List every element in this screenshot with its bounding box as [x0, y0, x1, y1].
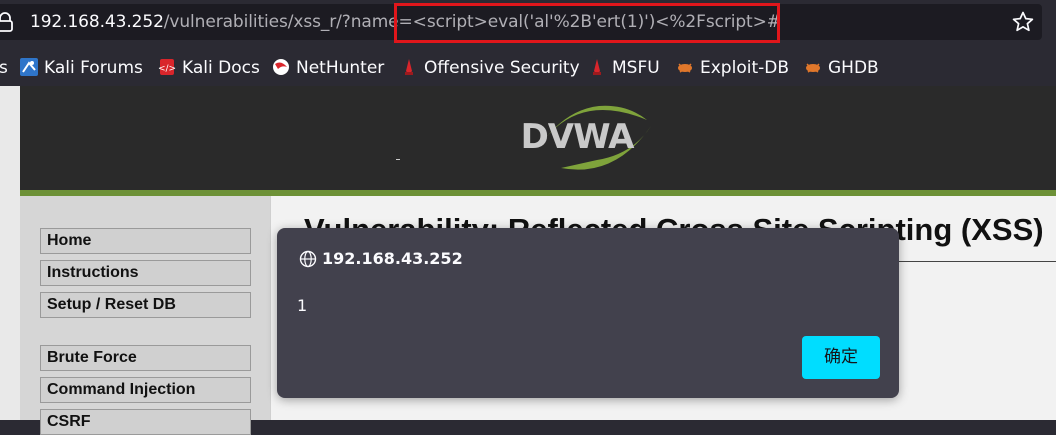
- dialog-message: 1: [297, 296, 308, 315]
- menu-csrf[interactable]: CSRF: [40, 409, 251, 435]
- kali-docs-icon: </>: [158, 58, 176, 75]
- bookmark-label: NetHunter: [296, 58, 385, 78]
- bookmark-label: Kali Docs: [182, 58, 260, 78]
- msfu-icon: [593, 58, 601, 75]
- bookmark-kali-docs[interactable]: </> Kali Docs: [158, 50, 260, 86]
- bookmark-label: GHDB: [828, 58, 879, 78]
- exploit-db-icon: [678, 62, 692, 73]
- svg-text:</>: </>: [158, 64, 176, 74]
- bookmark-label: MSFU: [612, 58, 660, 78]
- bookmark-label: s: [0, 58, 8, 78]
- url-toolbar: 192.168.43.252/vulnerabilities/xss_r/?na…: [0, 0, 1056, 44]
- dvwa-header: DVWA: [20, 86, 1056, 190]
- dialog-origin: 192.168.43.252: [322, 249, 463, 268]
- bookmark-label: Exploit-DB: [700, 58, 789, 78]
- dvwa-logo: DVWA: [521, 105, 651, 170]
- ok-button[interactable]: 确定: [802, 336, 880, 379]
- header-mark: [396, 159, 400, 160]
- menu-command-injection[interactable]: Command Injection: [40, 377, 251, 403]
- bookmark-partial[interactable]: s: [0, 50, 8, 86]
- logo-text: DVWA: [521, 117, 636, 157]
- lock-icon[interactable]: [0, 12, 14, 32]
- bookmark-exploit-db[interactable]: Exploit-DB: [676, 50, 789, 86]
- kali-forums-icon: [20, 57, 38, 76]
- bookmarks-toolbar: s Kali Forums </> Kali Docs NetHunter Off…: [0, 50, 1056, 86]
- bookmark-label: Kali Forums: [44, 58, 143, 78]
- ghdb-icon: [806, 62, 820, 73]
- bookmark-msfu[interactable]: MSFU: [588, 50, 660, 86]
- bookmark-offensive-security[interactable]: Offensive Security: [400, 50, 580, 86]
- bookmark-kali-forums[interactable]: Kali Forums: [20, 50, 143, 86]
- bookmark-nethunter[interactable]: NetHunter: [272, 50, 384, 86]
- menu-setup-reset-db[interactable]: Setup / Reset DB: [40, 292, 251, 318]
- menu-brute-force[interactable]: Brute Force: [40, 345, 251, 371]
- offensive-security-icon: [405, 58, 413, 75]
- globe-icon: [299, 250, 317, 268]
- menu-home[interactable]: Home: [40, 228, 251, 254]
- bookmark-ghdb[interactable]: GHDB: [804, 50, 879, 86]
- bookmark-star-icon[interactable]: [1011, 10, 1035, 34]
- page-margin: [0, 86, 20, 420]
- payload-highlight-box: [394, 3, 780, 43]
- alert-dialog: 192.168.43.252 1 确定: [277, 228, 899, 398]
- nethunter-icon: [273, 58, 289, 75]
- bookmark-label: Offensive Security: [424, 58, 580, 78]
- url-host: 192.168.43.252: [30, 12, 164, 32]
- menu-instructions[interactable]: Instructions: [40, 260, 251, 286]
